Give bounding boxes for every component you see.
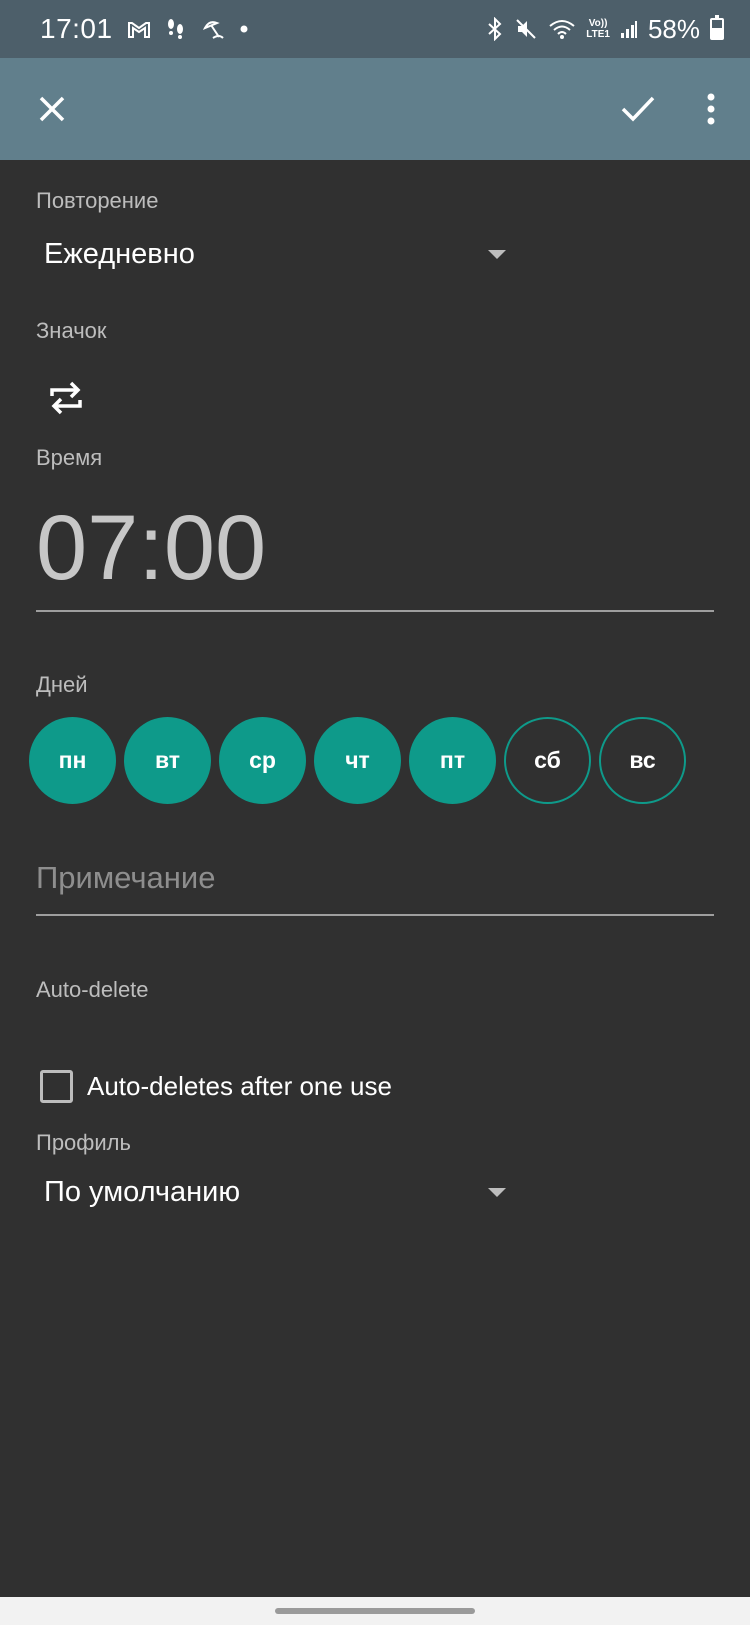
lte-text: LTE1: [586, 29, 610, 40]
gmail-icon: [127, 19, 151, 39]
status-time: 17:01: [40, 13, 113, 44]
autodelete-checkbox-row[interactable]: Auto-deletes after one use: [40, 1070, 392, 1103]
days-selector: пн вт ср чт пт сб вс: [29, 717, 686, 804]
status-bar-right: Vo)) LTE1 58%: [486, 14, 724, 45]
day-chip[interactable]: пн: [29, 717, 116, 804]
beach-umbrella-icon: [201, 18, 225, 40]
check-icon: [621, 96, 655, 122]
wifi-icon: [548, 18, 576, 40]
mute-icon: [514, 17, 538, 41]
more-options-button[interactable]: [696, 81, 726, 137]
day-chip[interactable]: пт: [409, 717, 496, 804]
dropdown-arrow-icon: [488, 1187, 506, 1197]
note-placeholder: Примечание: [36, 860, 216, 895]
battery-fill: [712, 27, 722, 38]
day-chip[interactable]: сб: [504, 717, 591, 804]
repeat-dropdown[interactable]: Ежедневно: [36, 226, 506, 282]
profile-value: По умолчанию: [44, 1175, 241, 1208]
days-label: Дней: [36, 672, 88, 697]
autodelete-label: Auto-delete: [36, 977, 149, 1002]
day-chip[interactable]: вс: [599, 717, 686, 804]
status-bar-left: 17:01: [40, 13, 249, 45]
status-bar: 17:01 Vo)) LTE1 58%: [0, 0, 750, 58]
save-button[interactable]: [610, 81, 666, 137]
home-gesture-handle[interactable]: [275, 1608, 475, 1614]
note-field[interactable]: Примечание: [36, 850, 714, 916]
battery-icon: [710, 15, 724, 40]
footsteps-icon: [165, 18, 187, 40]
time-label: Время: [36, 445, 103, 470]
close-icon: [39, 96, 65, 122]
navigation-bar: [0, 1597, 750, 1625]
toolbar-actions: [610, 81, 726, 137]
autodelete-checkbox[interactable]: [40, 1070, 73, 1103]
time-field[interactable]: 07:00: [36, 498, 714, 612]
profile-label: Профиль: [36, 1130, 131, 1155]
profile-dropdown[interactable]: По умолчанию: [36, 1164, 506, 1220]
day-chip[interactable]: чт: [314, 717, 401, 804]
repeat-icon[interactable]: [46, 378, 86, 418]
dot-icon: [239, 24, 249, 34]
time-value: 07:00: [36, 497, 267, 599]
signal-icon: [620, 19, 638, 39]
close-button[interactable]: [24, 81, 80, 137]
more-vert-icon: [707, 93, 715, 125]
repeat-value: Ежедневно: [44, 237, 195, 270]
dropdown-arrow-icon: [488, 249, 506, 259]
autodelete-checkbox-label: Auto-deletes after one use: [87, 1071, 392, 1101]
volte-lte-icon: Vo)) LTE1: [586, 18, 610, 40]
volte-text: Vo)): [588, 18, 608, 29]
day-chip[interactable]: вт: [124, 717, 211, 804]
day-chip[interactable]: ср: [219, 717, 306, 804]
bluetooth-icon: [486, 17, 504, 41]
icon-label: Значок: [36, 318, 107, 343]
toolbar: [0, 58, 750, 160]
battery-percent: 58%: [647, 13, 700, 44]
repeat-label: Повторение: [36, 188, 159, 213]
